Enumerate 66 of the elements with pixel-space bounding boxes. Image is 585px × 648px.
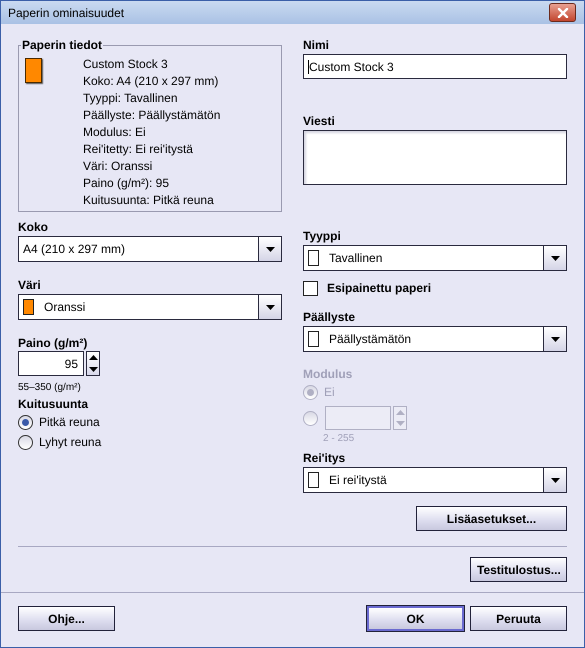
info-text: Tyyppi: Tavallinen xyxy=(83,90,178,107)
dropdown-arrow-button[interactable] xyxy=(543,246,566,270)
number-field[interactable]: 95 xyxy=(18,351,84,376)
info-text: Kuitusuunta: Pitkä reuna xyxy=(83,192,215,209)
dropdown[interactable]: Ei rei'itystä xyxy=(303,467,567,493)
dropdown-arrow-button[interactable] xyxy=(543,327,566,351)
info-text: Custom Stock 3 xyxy=(83,56,169,73)
field-label: Koko xyxy=(18,220,48,235)
caret-icon xyxy=(550,256,560,260)
dropdown-value: Ei rei'itystä xyxy=(329,473,387,487)
close-button[interactable] xyxy=(549,3,576,22)
up-arrow-icon xyxy=(396,410,404,415)
field-label: Paino (g/m²) xyxy=(18,336,88,351)
test-print-button[interactable]: Testitulostus... xyxy=(470,557,567,582)
dropdown-value: A4 (210 x 297 mm) xyxy=(23,242,126,256)
range-hint: 2 - 255 xyxy=(323,433,354,445)
advanced-settings-button[interactable]: Lisäasetukset... xyxy=(416,506,567,531)
radio-button[interactable] xyxy=(18,414,33,430)
info-text: Paino (g/m²): 95 xyxy=(83,175,170,192)
field-label: Kuitusuunta xyxy=(18,397,88,412)
field-label: Modulus xyxy=(303,367,352,382)
info-text: Päällyste: Päällystämätön xyxy=(83,107,220,124)
down-arrow-icon xyxy=(88,366,98,372)
info-text: Modulus: Ei xyxy=(83,124,147,141)
dropdown[interactable]: Oranssi xyxy=(18,294,282,320)
dialog-button[interactable]: Ohje... xyxy=(18,606,115,631)
checkbox[interactable] xyxy=(303,280,318,296)
field-label: Tyyppi xyxy=(303,229,341,244)
dropdown-value: Tavallinen xyxy=(329,251,382,265)
dropdown[interactable]: Tavallinen xyxy=(303,245,567,271)
dropdown-arrow-button[interactable] xyxy=(258,295,281,319)
field-label: Nimi xyxy=(303,38,330,53)
dropdown-arrow-button[interactable] xyxy=(258,237,281,261)
field-label: Viesti xyxy=(303,114,335,129)
radio-label: Lyhyt reuna xyxy=(39,435,102,449)
info-text: Rei'itetty: Ei rei'itystä xyxy=(83,141,194,158)
field-label: Päällyste xyxy=(303,310,356,325)
dialog-button[interactable]: OK xyxy=(367,606,464,631)
radio-label: Pitkä reuna xyxy=(39,415,100,429)
caret-icon xyxy=(550,478,560,482)
caret-icon xyxy=(266,246,274,252)
spin-buttons[interactable] xyxy=(86,351,100,376)
message-field[interactable] xyxy=(303,130,567,185)
dropdown-arrow-button[interactable] xyxy=(543,468,566,492)
radio-button[interactable] xyxy=(18,434,33,450)
down-arrow-icon xyxy=(396,421,404,426)
field-label: Väri xyxy=(18,278,41,293)
info-text: Koko: A4 (210 x 297 mm) xyxy=(83,73,220,90)
caret-icon xyxy=(550,336,560,342)
info-text: Väri: Oranssi xyxy=(83,158,154,175)
dropdown[interactable]: Päällystämätön xyxy=(303,326,567,352)
radio-label: Ei xyxy=(324,385,335,399)
checkbox-label: Esipainettu paperi xyxy=(327,281,432,295)
dialog-button[interactable]: Peruuta xyxy=(470,606,567,631)
group-title: Paperin tiedot xyxy=(21,38,104,52)
dropdown[interactable]: A4 (210 x 297 mm) xyxy=(18,236,282,262)
field-label: Rei'itys xyxy=(303,451,346,466)
dropdown-value: Päällystämätön xyxy=(329,332,412,346)
close-icon xyxy=(556,8,568,18)
text-field[interactable]: Custom Stock 3 xyxy=(303,54,567,79)
number-field[interactable] xyxy=(325,406,391,430)
range-hint: 55–350 (g/m²) xyxy=(18,382,81,394)
window-title: Paperin ominaisuudet xyxy=(8,6,124,20)
up-arrow-icon xyxy=(88,355,98,360)
caret-icon xyxy=(266,304,274,310)
dropdown-value: Oranssi xyxy=(44,300,86,314)
